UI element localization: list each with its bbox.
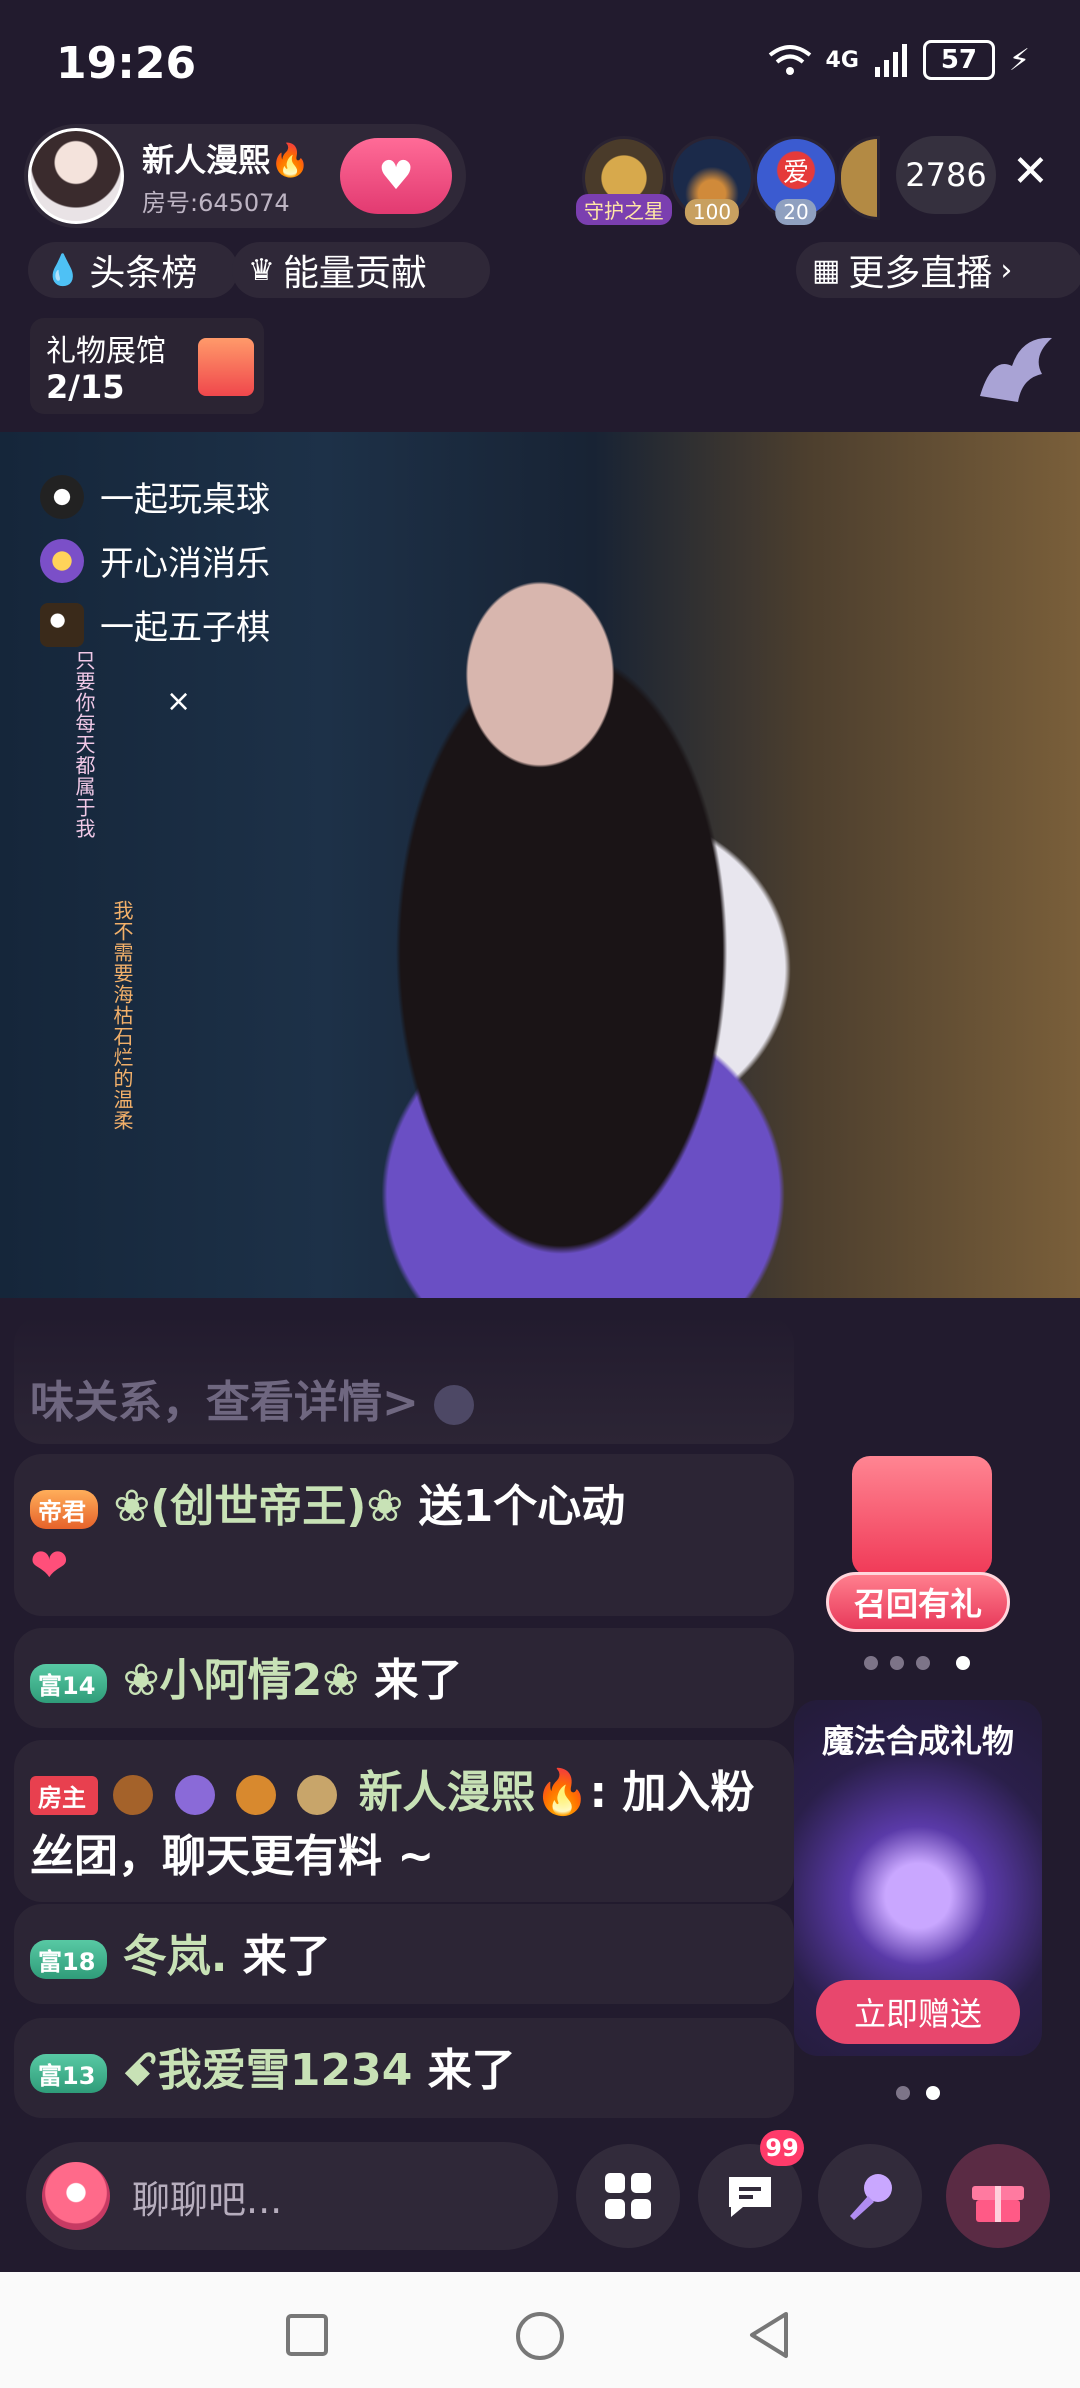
overlay-close-icon[interactable]: × (166, 684, 191, 719)
medal-badge-icon (235, 1775, 276, 1815)
game-item-billiards[interactable]: 一起玩桌球 (40, 472, 270, 521)
microphone-icon (850, 2174, 892, 2220)
chevron-right-icon: › (1000, 252, 1013, 288)
more-live-button[interactable]: ▦ 更多直播 › (796, 242, 1080, 298)
home-icon[interactable] (514, 2310, 566, 2362)
message-icon (729, 2177, 771, 2217)
gift-hall-progress: 2/15 (46, 368, 125, 406)
rank-badge-icon (174, 1775, 215, 1815)
level-badge: 富13 (30, 2053, 108, 2093)
gift-hall-title: 礼物展馆 (46, 334, 166, 369)
gift-box-icon (198, 338, 254, 396)
flame-icon: 💧 (44, 252, 82, 288)
recall-gift-button[interactable]: 召回有礼 (826, 1572, 1010, 1632)
gomoku-icon (40, 602, 84, 647)
planet-icon (40, 538, 84, 583)
chat-text: 来了 (427, 2045, 516, 2096)
gift-icon (972, 2186, 1024, 2222)
audience-badge-100: 100 (684, 199, 740, 225)
unread-badge: 99 (760, 2130, 804, 2166)
heart-gift-icon: ❤ (30, 1538, 69, 1592)
mic-button[interactable] (818, 2144, 922, 2248)
chat-message[interactable]: 富18 冬岚. 来了 (14, 1904, 794, 2004)
level-badge: 富14 (30, 1663, 108, 1703)
level-badge: 帝君 (30, 1489, 98, 1529)
chat-username: ꗃ我爱雪1234 (122, 2045, 413, 2096)
viewer-count[interactable]: 2786 (896, 136, 996, 214)
grid-icon (605, 2173, 651, 2219)
chat-message[interactable]: 房主 新人漫熙🔥: 加入粉丝团，聊天更有料 ~ (14, 1740, 794, 1902)
chat-text: 送1个心动 (418, 1481, 626, 1532)
audience-avatar-3[interactable]: 爱 20 (754, 136, 838, 225)
carousel-dot-active (926, 2086, 940, 2100)
carousel-dot (890, 1656, 904, 1670)
chat-message[interactable]: 富13 ꗃ我爱雪1234 来了 (14, 2018, 794, 2118)
red-envelope-icon[interactable] (852, 1456, 992, 1576)
host-avatar[interactable] (28, 128, 124, 224)
chat-username: ❀(创世帝王)❀ (113, 1481, 404, 1532)
audience-avatar-4[interactable] (838, 136, 880, 220)
carousel-dot (864, 1656, 878, 1670)
dragon-icon[interactable] (972, 326, 1058, 406)
room-number: 房号:645074 (142, 188, 290, 217)
chat-input-placeholder: 聊聊吧... (132, 2177, 283, 2222)
overlay-text-1: 只要你每天都属于我 (72, 650, 96, 839)
chat-username: 新人漫熙🔥 (358, 1767, 590, 1818)
billiard-ball-icon (40, 474, 84, 519)
headline-rank-button[interactable]: 💧 头条榜 (28, 242, 238, 298)
carousel-dot-active (956, 1656, 970, 1670)
clock: 19:26 (56, 38, 197, 89)
robot-avatar-icon[interactable] (42, 2162, 110, 2230)
avatar-text: 爱 (782, 157, 809, 188)
chat-text: 来了 (242, 1931, 331, 1982)
host-badge: 房主 (30, 1775, 98, 1815)
chat-message[interactable]: 帝君 ❀(创世帝王)❀ 送1个心动 ❤ (14, 1454, 794, 1616)
back-icon[interactable] (746, 2310, 792, 2360)
follow-button[interactable]: ♥ (340, 138, 452, 214)
chat-input[interactable]: 聊聊吧... (26, 2142, 558, 2250)
fan-badge-icon (113, 1775, 154, 1815)
wifi-icon (768, 45, 811, 75)
gift-button[interactable] (946, 2144, 1050, 2248)
heart-plus-icon: ♥ (378, 153, 414, 199)
system-nav-bar (0, 2272, 1080, 2388)
guardian-badge: 守护之星 (576, 194, 672, 225)
grid-icon: ▦ (812, 252, 841, 288)
network-label: 4G (825, 47, 859, 73)
audience-badge-20: 20 (775, 199, 817, 225)
honor-badge-icon (297, 1775, 338, 1815)
level-badge: 富18 (30, 1939, 108, 1979)
apps-button[interactable] (576, 2144, 680, 2248)
host-name: 新人漫熙🔥 (142, 140, 310, 179)
energy-contribution-button[interactable]: ♛ 能量贡献 (232, 242, 490, 298)
crown-icon: ♛ (248, 252, 275, 288)
carousel-dot (916, 1656, 930, 1670)
audience-avatar-1[interactable]: 守护之星 (576, 136, 672, 225)
game-item-gomoku[interactable]: 一起五子棋 (40, 600, 270, 649)
battery-indicator: 57 (922, 40, 995, 80)
overlay-text-2: 我不需要海枯石烂的温柔 (110, 900, 134, 1131)
chat-username: 冬岚. (122, 1931, 228, 1982)
send-now-button[interactable]: 立即赠送 (816, 1980, 1020, 2044)
signal-icon (874, 44, 907, 77)
status-icons: 4G 57 ⚡ (768, 40, 1030, 80)
chat-text: 来了 (374, 1655, 463, 1706)
recent-apps-icon[interactable] (284, 2312, 330, 2358)
live-video[interactable]: 一起玩桌球 开心消消乐 一起五子棋 只要你每天都属于我 × 我不需要海枯石烂的温… (0, 432, 1080, 1298)
magic-gift-title: 魔法合成礼物 (821, 1722, 1014, 1760)
audience-avatar-2[interactable]: 100 (670, 136, 754, 225)
charging-icon: ⚡ (1008, 42, 1030, 78)
status-bar: 19:26 4G 57 ⚡ (0, 0, 1080, 120)
chat-message[interactable]: 富14 ❀小阿情2❀ 来了 (14, 1628, 794, 1728)
carousel-dot (896, 2086, 910, 2100)
gift-hall-card[interactable]: 礼物展馆 2/15 (30, 318, 264, 414)
close-icon[interactable]: ✕ (1012, 146, 1049, 197)
chevron-right-circle-icon (434, 1385, 475, 1425)
chat-username: ❀小阿情2❀ (122, 1655, 360, 1706)
game-item-match3[interactable]: 开心消消乐 (40, 536, 270, 585)
chat-message-partial: 味关系，查看详情> (14, 1316, 794, 1444)
